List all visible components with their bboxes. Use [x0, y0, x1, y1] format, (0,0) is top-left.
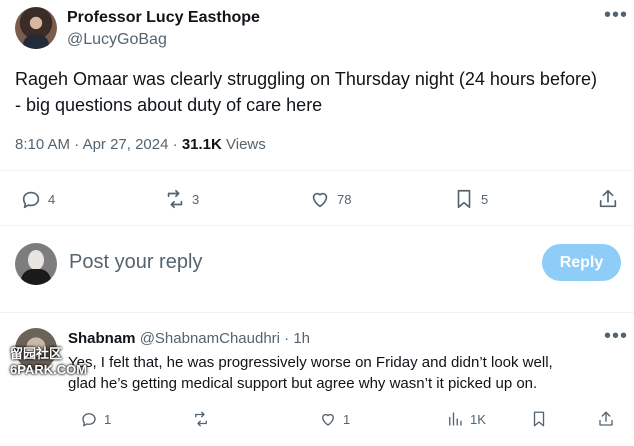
views-icon — [449, 412, 462, 426]
views-count: 1K — [470, 411, 486, 427]
divider — [0, 225, 634, 226]
views-button[interactable]: 1K — [446, 410, 486, 428]
reply-count: 4 — [48, 191, 56, 207]
reply-icon — [82, 413, 96, 427]
tweet-time[interactable]: 8:10 AM — [15, 136, 70, 153]
bookmark-button[interactable] — [530, 410, 548, 428]
repost-icon — [167, 189, 183, 209]
reply-header: Shabnam @ShabnamChaudhri · 1h — [68, 330, 310, 347]
tweet-text-line-2: - big questions about duty of care here — [15, 95, 323, 115]
share-icon — [599, 411, 613, 426]
reply-text-line-1: Yes, I felt that, he was progressively w… — [68, 354, 553, 371]
current-user-avatar — [15, 243, 57, 285]
reply-submit-button[interactable]: Reply — [542, 244, 621, 281]
share-icon — [599, 189, 617, 208]
repost-button[interactable] — [192, 410, 216, 428]
divider — [0, 170, 634, 171]
reply-composer-input[interactable]: Post your reply — [69, 251, 202, 274]
author-name[interactable]: Professor Lucy Easthope — [67, 9, 260, 27]
meta-separator: · — [74, 136, 80, 153]
reply-count: 1 — [104, 411, 112, 427]
reply-author-name[interactable]: Shabnam — [68, 330, 136, 347]
reply-button[interactable]: 1 — [80, 410, 111, 428]
reply-time[interactable]: · 1h — [284, 330, 310, 347]
like-icon — [322, 413, 334, 426]
bookmark-button[interactable]: 5 — [453, 188, 488, 210]
like-count: 78 — [337, 191, 352, 207]
like-count: 1 — [343, 411, 351, 427]
repost-count: 3 — [192, 191, 200, 207]
meta-separator: · — [172, 136, 178, 153]
like-button[interactable]: 78 — [309, 188, 351, 210]
repost-icon — [195, 411, 207, 427]
reply-author-handle[interactable]: @ShabnamChaudhri — [140, 330, 280, 347]
views-count: 31.1K — [181, 136, 222, 153]
repost-button[interactable]: 3 — [164, 188, 199, 210]
author-handle[interactable]: @LucyGoBag — [67, 31, 167, 49]
reply-text-line-2: glad he’s getting medical support but ag… — [68, 375, 538, 392]
bookmark-icon — [533, 411, 545, 427]
divider — [0, 312, 634, 313]
tweet-meta: 8:10 AM · Apr 27, 2024 · 31.1K Views — [15, 136, 266, 153]
bookmark-icon — [457, 189, 471, 209]
views-label: Views — [226, 136, 266, 153]
share-button[interactable] — [597, 188, 619, 210]
reply-button[interactable]: 4 — [20, 188, 55, 210]
more-icon[interactable]: ••• — [604, 325, 628, 348]
watermark-logo: 留园社区 6PARK.COM — [10, 346, 88, 377]
more-icon[interactable]: ••• — [604, 4, 628, 27]
tweet-date[interactable]: Apr 27, 2024 — [83, 136, 169, 153]
bookmark-count: 5 — [481, 191, 489, 207]
share-button[interactable] — [597, 410, 615, 428]
tweet-text-line-1: Rageh Omaar was clearly struggling on Th… — [15, 69, 597, 89]
reply-icon — [22, 191, 40, 209]
like-icon — [312, 192, 328, 208]
author-avatar[interactable] — [15, 7, 57, 49]
like-button[interactable]: 1 — [319, 410, 350, 428]
